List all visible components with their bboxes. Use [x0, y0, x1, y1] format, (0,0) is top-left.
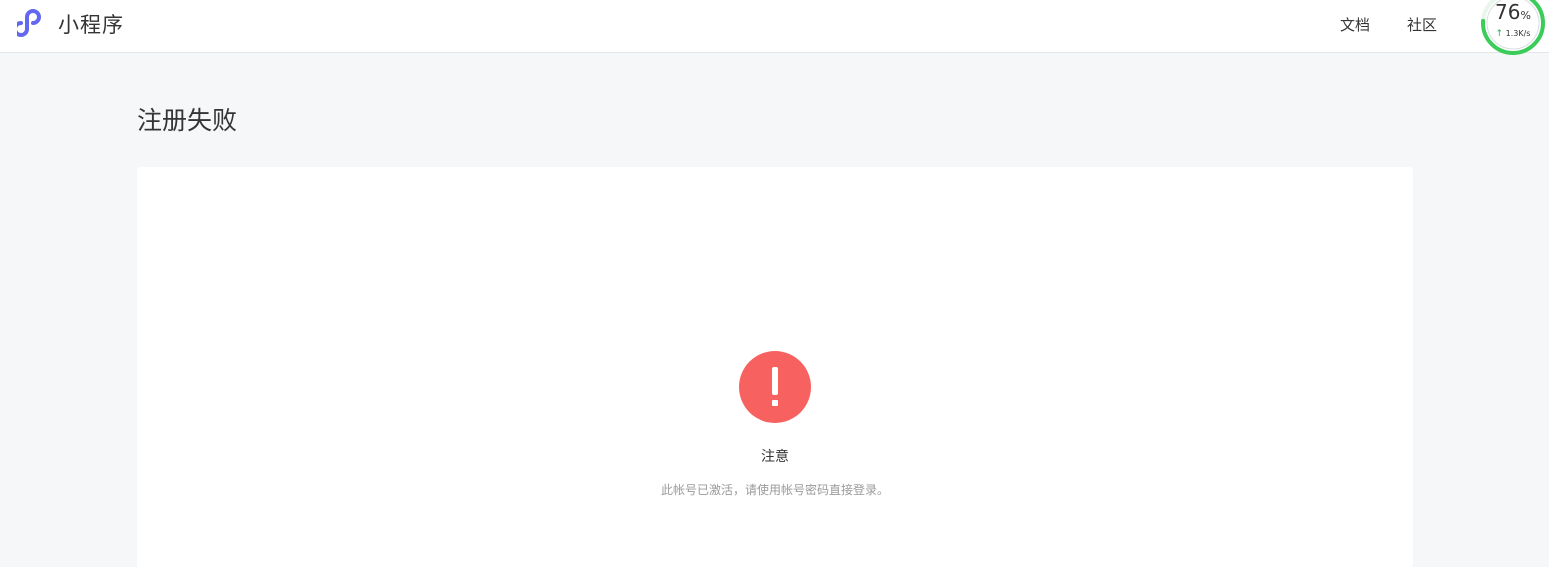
- message-title: 注意: [761, 449, 789, 465]
- speed-rate: ↑ 1.3K/s: [1480, 29, 1546, 39]
- page-title: 注册失败: [137, 106, 238, 135]
- speed-percent: 76%: [1480, 1, 1546, 27]
- miniprogram-logo-icon: [17, 9, 41, 37]
- exclamation-icon: [739, 351, 811, 423]
- speed-percent-value: 76: [1495, 0, 1521, 24]
- top-header: 小程序 文档 社区 76% ↑ 1.3K/s: [0, 0, 1549, 56]
- nav-community-link[interactable]: 社区: [1407, 0, 1437, 50]
- speed-percent-unit: %: [1520, 9, 1531, 22]
- speed-rate-value: 1.3K/s: [1505, 29, 1531, 38]
- message-description: 此帐号已激活，请使用帐号密码直接登录。: [660, 483, 889, 497]
- network-speed-widget[interactable]: 76% ↑ 1.3K/s: [1480, 0, 1546, 56]
- message-card: 注意 此帐号已激活，请使用帐号密码直接登录。: [137, 167, 1413, 567]
- logo[interactable]: 小程序: [17, 9, 124, 39]
- upload-arrow-icon: ↑: [1495, 29, 1504, 39]
- nav-docs-link[interactable]: 文档: [1340, 0, 1370, 50]
- logo-text: 小程序: [58, 13, 124, 37]
